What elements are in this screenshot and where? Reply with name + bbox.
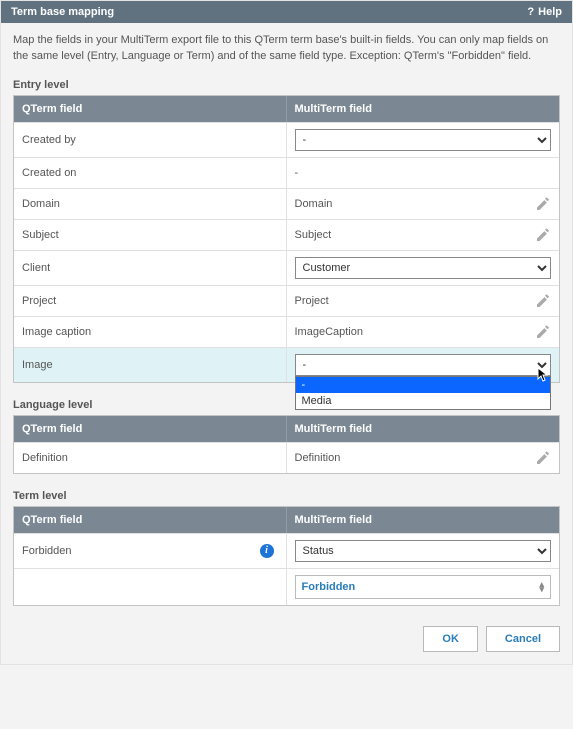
qterm-field-label: Subject [14, 220, 287, 250]
table-row: Image - - Media [14, 347, 559, 382]
entry-grid-header: QTerm field MultiTerm field [14, 96, 559, 122]
qterm-field-label: Image [14, 348, 287, 382]
dropdown-option[interactable]: - [296, 377, 551, 393]
multiterm-value: Domain [295, 198, 333, 210]
col-header-multiterm: MultiTerm field [287, 416, 560, 442]
table-row: Definition Definition [14, 442, 559, 473]
multiterm-select-created-by[interactable]: - [295, 129, 552, 151]
status-value-select[interactable]: Forbidden ▴▾ [295, 575, 552, 599]
qterm-field-text: Forbidden [22, 545, 72, 557]
entry-grid: QTerm field MultiTerm field Created by -… [13, 95, 560, 383]
term-base-mapping-dialog: Term base mapping Help Map the fields in… [0, 0, 573, 665]
qterm-field-label: Project [14, 286, 287, 316]
sort-caret-icon: ▴▾ [539, 582, 544, 592]
help-link[interactable]: Help [527, 6, 562, 18]
multiterm-value: Subject [295, 229, 332, 241]
col-header-qterm: QTerm field [14, 96, 287, 122]
edit-icon[interactable] [535, 324, 551, 340]
table-row: Forbidden ▴▾ [14, 568, 559, 605]
empty-cell [14, 569, 287, 605]
dialog-description: Map the fields in your MultiTerm export … [1, 23, 572, 71]
info-icon[interactable] [260, 544, 274, 558]
edit-icon[interactable] [535, 227, 551, 243]
qterm-field-label: Domain [14, 189, 287, 219]
table-row: Subject Subject [14, 219, 559, 250]
table-row: Created by - [14, 122, 559, 157]
multiterm-select-forbidden[interactable]: Status [295, 540, 552, 562]
multiterm-select-image[interactable]: - [295, 354, 552, 376]
help-icon [527, 6, 534, 18]
section-label-term: Term level [1, 482, 572, 506]
col-header-multiterm: MultiTerm field [287, 96, 560, 122]
col-header-multiterm: MultiTerm field [287, 507, 560, 533]
qterm-field-label: Client [14, 251, 287, 285]
multiterm-value: Definition [295, 452, 341, 464]
qterm-field-label: Definition [14, 443, 287, 473]
edit-icon[interactable] [535, 293, 551, 309]
dropdown-option[interactable]: Media [296, 393, 551, 409]
cancel-button[interactable]: Cancel [486, 626, 560, 652]
table-row: Project Project [14, 285, 559, 316]
table-row: Domain Domain [14, 188, 559, 219]
section-label-entry: Entry level [1, 71, 572, 95]
language-grid-header: QTerm field MultiTerm field [14, 416, 559, 442]
table-row: Created on - [14, 157, 559, 188]
table-row: Forbidden Status [14, 533, 559, 568]
qterm-field-label: Created by [14, 123, 287, 157]
edit-icon[interactable] [535, 450, 551, 466]
language-grid: QTerm field MultiTerm field Definition D… [13, 415, 560, 474]
table-row: Client Customer [14, 250, 559, 285]
term-grid-header: QTerm field MultiTerm field [14, 507, 559, 533]
multiterm-value: - [295, 167, 299, 179]
ok-button[interactable]: OK [423, 626, 478, 652]
table-row: Image caption ImageCaption [14, 316, 559, 347]
help-label: Help [538, 6, 562, 18]
multiterm-value: ImageCaption [295, 326, 364, 338]
dialog-footer: OK Cancel [1, 614, 572, 664]
dropdown-list-open: - Media [295, 376, 552, 410]
qterm-field-label: Created on [14, 158, 287, 188]
status-value-label: Forbidden [302, 581, 356, 593]
col-header-qterm: QTerm field [14, 416, 287, 442]
qterm-field-label: Forbidden [14, 534, 287, 568]
col-header-qterm: QTerm field [14, 507, 287, 533]
term-grid: QTerm field MultiTerm field Forbidden St… [13, 506, 560, 606]
multiterm-select-client[interactable]: Customer [295, 257, 552, 279]
dialog-title: Term base mapping [11, 6, 114, 18]
qterm-field-label: Image caption [14, 317, 287, 347]
multiterm-value: Project [295, 295, 329, 307]
dialog-titlebar: Term base mapping Help [1, 1, 572, 23]
edit-icon[interactable] [535, 196, 551, 212]
